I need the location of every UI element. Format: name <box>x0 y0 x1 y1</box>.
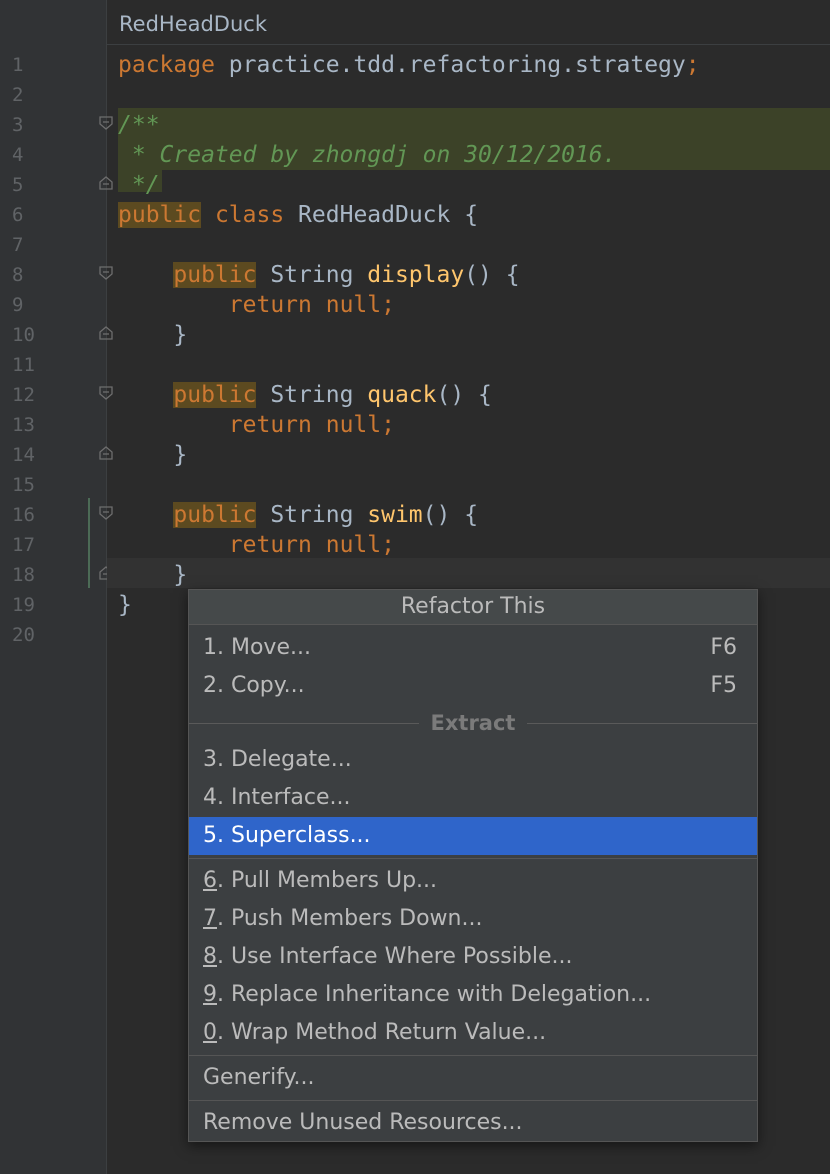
fold-close-icon[interactable] <box>99 176 113 190</box>
code-line: } <box>173 322 188 348</box>
line-number: 15 <box>12 474 35 496</box>
code-line: return null; <box>228 532 395 558</box>
menu-separator <box>189 1055 757 1056</box>
menu-item-delegate[interactable]: 3. Delegate... <box>189 741 757 779</box>
line-number: 4 <box>12 144 24 166</box>
line-number: 10 <box>12 324 35 346</box>
code-line: } <box>173 562 188 588</box>
line-number: 6 <box>12 204 24 226</box>
code-line: public String display() { <box>173 262 520 288</box>
line-number: 11 <box>12 354 35 376</box>
fold-close-icon[interactable] <box>99 326 113 340</box>
fold-open-icon[interactable] <box>99 386 113 400</box>
breadcrumb-bar: RedHeadDuck <box>107 0 830 45</box>
line-number: 2 <box>12 84 24 106</box>
menu-item-copy[interactable]: 2. Copy... F5 <box>189 667 757 705</box>
code-area[interactable]: package practice.tdd.refactoring.strateg… <box>118 50 830 650</box>
code-editor[interactable]: RedHeadDuck 1 2 3 4 5 6 7 8 9 10 11 12 1… <box>0 0 830 1174</box>
menu-item-use-interface[interactable]: 8. Use Interface Where Possible... <box>189 938 757 976</box>
line-number: 8 <box>12 264 24 286</box>
code-line: /** <box>118 112 160 138</box>
vcs-change-marker[interactable] <box>88 498 90 588</box>
shortcut-label: F5 <box>710 673 737 698</box>
menu-item-interface[interactable]: 4. Interface... <box>189 779 757 817</box>
fold-close-icon[interactable] <box>99 446 113 460</box>
menu-item-pull-members-up[interactable]: 6. Pull Members Up... <box>189 862 757 900</box>
line-number: 3 <box>12 114 24 136</box>
menu-item-superclass[interactable]: 5. Superclass... <box>189 817 757 855</box>
shortcut-label: F6 <box>710 635 737 660</box>
code-line: */ <box>118 172 160 198</box>
breadcrumb-class[interactable]: RedHeadDuck <box>119 12 267 36</box>
line-number: 9 <box>12 294 24 316</box>
line-number: 5 <box>12 174 24 196</box>
fold-open-icon[interactable] <box>99 116 113 130</box>
refactor-this-popup[interactable]: Refactor This 1. Move... F6 2. Copy... F5 … <box>188 589 758 1142</box>
line-number: 16 <box>12 504 35 526</box>
fold-open-icon[interactable] <box>99 506 113 520</box>
menu-item-remove-unused-resources[interactable]: Remove Unused Resources... <box>189 1104 757 1142</box>
line-number: 14 <box>12 444 35 466</box>
code-line: return null; <box>228 292 395 318</box>
fold-open-icon[interactable] <box>99 266 113 280</box>
menu-item-generify[interactable]: Generify... <box>189 1059 757 1097</box>
code-line: public class RedHeadDuck { <box>118 202 479 228</box>
code-line: public String quack() { <box>173 382 492 408</box>
section-title-extract: Extract <box>189 705 757 741</box>
menu-item-replace-inheritance[interactable]: 9. Replace Inheritance with Delegation..… <box>189 976 757 1014</box>
menu-separator <box>189 858 757 859</box>
code-line: } <box>173 442 188 468</box>
line-numbers: 1 2 3 4 5 6 7 8 9 10 11 12 13 14 15 16 1… <box>0 50 50 650</box>
line-number: 17 <box>12 534 35 556</box>
popup-title: Refactor This <box>189 590 757 625</box>
menu-separator <box>189 1100 757 1101</box>
line-number: 1 <box>12 54 24 76</box>
line-number: 19 <box>12 594 35 616</box>
line-number: 13 <box>12 414 35 436</box>
code-line: * Created by zhongdj on 30/12/2016. <box>118 142 617 168</box>
code-line: public String swim() { <box>173 502 479 528</box>
code-line: return null; <box>228 412 395 438</box>
line-number: 18 <box>12 564 35 586</box>
line-number: 20 <box>12 624 35 646</box>
menu-item-push-members-down[interactable]: 7. Push Members Down... <box>189 900 757 938</box>
menu-item-wrap-return-value[interactable]: 0. Wrap Method Return Value... <box>189 1014 757 1052</box>
menu-item-move[interactable]: 1. Move... F6 <box>189 629 757 667</box>
code-line: package practice.tdd.refactoring.strateg… <box>118 52 700 78</box>
line-number: 7 <box>12 234 24 256</box>
line-number: 12 <box>12 384 35 406</box>
